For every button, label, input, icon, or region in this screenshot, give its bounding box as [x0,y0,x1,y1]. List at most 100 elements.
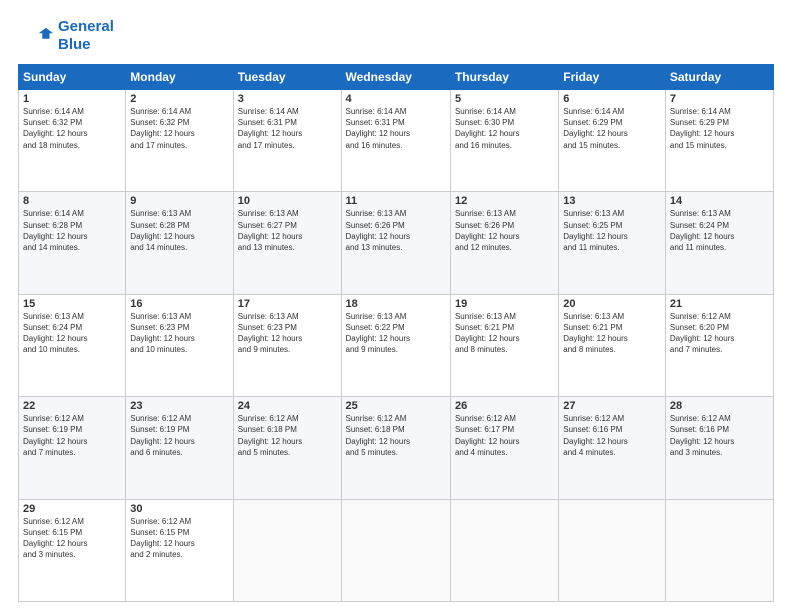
day-info: Sunrise: 6:12 AMSunset: 6:18 PMDaylight:… [346,413,446,458]
calendar-cell: 29Sunrise: 6:12 AMSunset: 6:15 PMDayligh… [19,499,126,601]
day-info: Sunrise: 6:14 AMSunset: 6:30 PMDaylight:… [455,106,554,151]
day-number: 8 [23,195,121,207]
calendar-cell: 14Sunrise: 6:13 AMSunset: 6:24 PMDayligh… [665,192,773,294]
day-number: 5 [455,93,554,105]
calendar-table: SundayMondayTuesdayWednesdayThursdayFrid… [18,64,774,602]
day-info: Sunrise: 6:14 AMSunset: 6:32 PMDaylight:… [23,106,121,151]
day-number: 25 [346,400,446,412]
logo-graphic [18,18,54,54]
calendar-cell: 10Sunrise: 6:13 AMSunset: 6:27 PMDayligh… [233,192,341,294]
day-info: Sunrise: 6:13 AMSunset: 6:26 PMDaylight:… [455,208,554,253]
day-number: 20 [563,298,661,310]
calendar-cell: 28Sunrise: 6:12 AMSunset: 6:16 PMDayligh… [665,397,773,499]
column-header-thursday: Thursday [450,65,558,90]
calendar-cell: 15Sunrise: 6:13 AMSunset: 6:24 PMDayligh… [19,294,126,396]
calendar-cell [233,499,341,601]
calendar-cell: 11Sunrise: 6:13 AMSunset: 6:26 PMDayligh… [341,192,450,294]
day-number: 11 [346,195,446,207]
day-number: 15 [23,298,121,310]
column-header-friday: Friday [559,65,666,90]
day-number: 17 [238,298,337,310]
calendar-cell: 1Sunrise: 6:14 AMSunset: 6:32 PMDaylight… [19,90,126,192]
calendar-cell: 21Sunrise: 6:12 AMSunset: 6:20 PMDayligh… [665,294,773,396]
day-info: Sunrise: 6:12 AMSunset: 6:19 PMDaylight:… [23,413,121,458]
day-info: Sunrise: 6:13 AMSunset: 6:26 PMDaylight:… [346,208,446,253]
column-header-monday: Monday [126,65,233,90]
calendar-cell: 26Sunrise: 6:12 AMSunset: 6:17 PMDayligh… [450,397,558,499]
day-number: 23 [130,400,228,412]
calendar-cell: 4Sunrise: 6:14 AMSunset: 6:31 PMDaylight… [341,90,450,192]
day-info: Sunrise: 6:13 AMSunset: 6:21 PMDaylight:… [563,311,661,356]
calendar-cell: 24Sunrise: 6:12 AMSunset: 6:18 PMDayligh… [233,397,341,499]
day-info: Sunrise: 6:14 AMSunset: 6:28 PMDaylight:… [23,208,121,253]
day-number: 27 [563,400,661,412]
column-header-saturday: Saturday [665,65,773,90]
day-info: Sunrise: 6:12 AMSunset: 6:15 PMDaylight:… [130,516,228,561]
day-number: 10 [238,195,337,207]
logo: GeneralBlue [18,18,114,54]
column-header-wednesday: Wednesday [341,65,450,90]
calendar-page: GeneralBlue SundayMondayTuesdayWednesday… [0,0,792,612]
day-info: Sunrise: 6:12 AMSunset: 6:18 PMDaylight:… [238,413,337,458]
calendar-cell [665,499,773,601]
day-info: Sunrise: 6:13 AMSunset: 6:24 PMDaylight:… [23,311,121,356]
day-number: 22 [23,400,121,412]
calendar-cell: 30Sunrise: 6:12 AMSunset: 6:15 PMDayligh… [126,499,233,601]
day-info: Sunrise: 6:12 AMSunset: 6:19 PMDaylight:… [130,413,228,458]
day-number: 4 [346,93,446,105]
day-info: Sunrise: 6:13 AMSunset: 6:24 PMDaylight:… [670,208,769,253]
day-info: Sunrise: 6:12 AMSunset: 6:15 PMDaylight:… [23,516,121,561]
day-number: 12 [455,195,554,207]
calendar-cell: 8Sunrise: 6:14 AMSunset: 6:28 PMDaylight… [19,192,126,294]
day-number: 7 [670,93,769,105]
day-info: Sunrise: 6:12 AMSunset: 6:20 PMDaylight:… [670,311,769,356]
day-number: 2 [130,93,228,105]
day-info: Sunrise: 6:13 AMSunset: 6:21 PMDaylight:… [455,311,554,356]
calendar-cell: 6Sunrise: 6:14 AMSunset: 6:29 PMDaylight… [559,90,666,192]
calendar-cell [559,499,666,601]
day-number: 30 [130,503,228,515]
day-number: 1 [23,93,121,105]
calendar-cell: 25Sunrise: 6:12 AMSunset: 6:18 PMDayligh… [341,397,450,499]
day-number: 24 [238,400,337,412]
day-number: 13 [563,195,661,207]
day-info: Sunrise: 6:14 AMSunset: 6:31 PMDaylight:… [238,106,337,151]
day-info: Sunrise: 6:14 AMSunset: 6:31 PMDaylight:… [346,106,446,151]
day-number: 28 [670,400,769,412]
column-header-sunday: Sunday [19,65,126,90]
day-number: 29 [23,503,121,515]
day-info: Sunrise: 6:12 AMSunset: 6:17 PMDaylight:… [455,413,554,458]
calendar-cell: 18Sunrise: 6:13 AMSunset: 6:22 PMDayligh… [341,294,450,396]
calendar-cell: 12Sunrise: 6:13 AMSunset: 6:26 PMDayligh… [450,192,558,294]
day-info: Sunrise: 6:14 AMSunset: 6:32 PMDaylight:… [130,106,228,151]
calendar-cell: 22Sunrise: 6:12 AMSunset: 6:19 PMDayligh… [19,397,126,499]
calendar-cell: 3Sunrise: 6:14 AMSunset: 6:31 PMDaylight… [233,90,341,192]
day-number: 16 [130,298,228,310]
day-number: 9 [130,195,228,207]
day-number: 14 [670,195,769,207]
calendar-cell: 19Sunrise: 6:13 AMSunset: 6:21 PMDayligh… [450,294,558,396]
calendar-cell: 5Sunrise: 6:14 AMSunset: 6:30 PMDaylight… [450,90,558,192]
day-info: Sunrise: 6:12 AMSunset: 6:16 PMDaylight:… [670,413,769,458]
calendar-cell: 9Sunrise: 6:13 AMSunset: 6:28 PMDaylight… [126,192,233,294]
column-header-tuesday: Tuesday [233,65,341,90]
day-info: Sunrise: 6:13 AMSunset: 6:23 PMDaylight:… [238,311,337,356]
day-info: Sunrise: 6:13 AMSunset: 6:28 PMDaylight:… [130,208,228,253]
day-number: 6 [563,93,661,105]
calendar-cell: 16Sunrise: 6:13 AMSunset: 6:23 PMDayligh… [126,294,233,396]
day-number: 18 [346,298,446,310]
calendar-cell: 2Sunrise: 6:14 AMSunset: 6:32 PMDaylight… [126,90,233,192]
day-info: Sunrise: 6:14 AMSunset: 6:29 PMDaylight:… [670,106,769,151]
logo-text: GeneralBlue [58,18,114,54]
calendar-cell: 13Sunrise: 6:13 AMSunset: 6:25 PMDayligh… [559,192,666,294]
day-info: Sunrise: 6:14 AMSunset: 6:29 PMDaylight:… [563,106,661,151]
calendar-cell: 17Sunrise: 6:13 AMSunset: 6:23 PMDayligh… [233,294,341,396]
calendar-cell [341,499,450,601]
day-number: 21 [670,298,769,310]
day-info: Sunrise: 6:13 AMSunset: 6:27 PMDaylight:… [238,208,337,253]
day-info: Sunrise: 6:13 AMSunset: 6:25 PMDaylight:… [563,208,661,253]
calendar-cell: 20Sunrise: 6:13 AMSunset: 6:21 PMDayligh… [559,294,666,396]
day-number: 26 [455,400,554,412]
day-number: 19 [455,298,554,310]
header: GeneralBlue [18,18,774,54]
